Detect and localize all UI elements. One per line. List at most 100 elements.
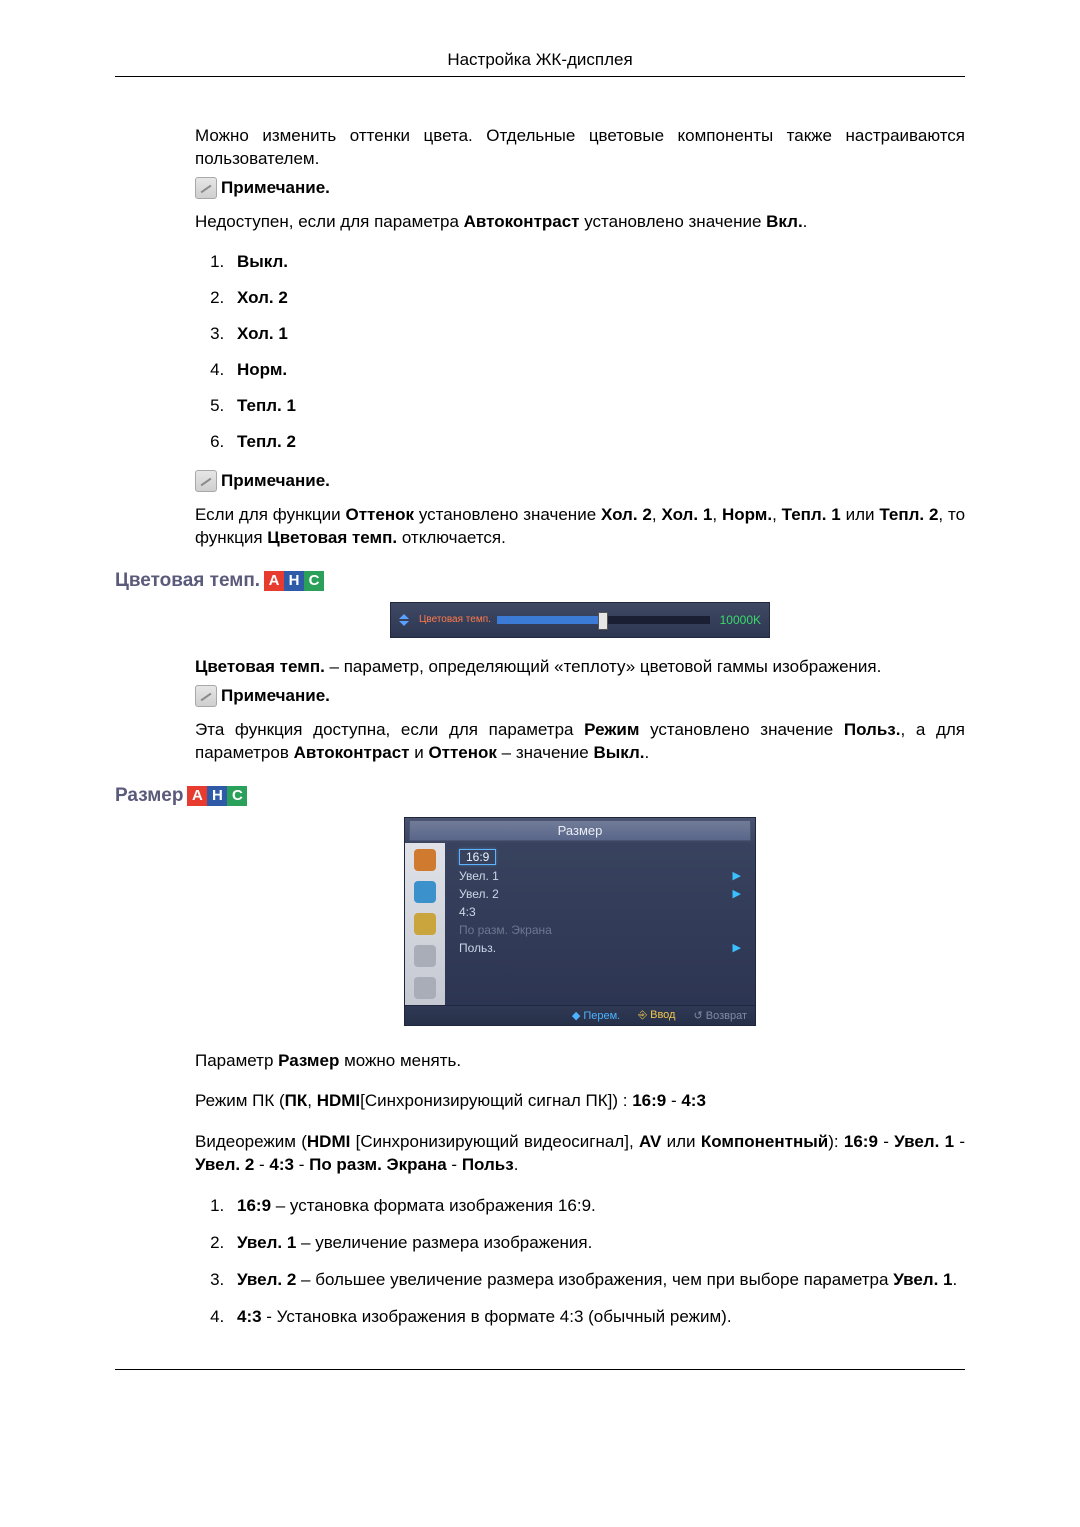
divider	[115, 1369, 965, 1370]
pc-mode-text: Режим ПК (ПК, HDMI[Синхронизирующий сигн…	[195, 1090, 965, 1113]
text: – увеличение размера изображения.	[296, 1233, 592, 1252]
color-temp-avail-text: Эта функция доступна, если для параметра…	[195, 719, 965, 765]
text: По разм. Экрана	[459, 923, 552, 937]
osd-list-item: 4:3	[459, 905, 741, 919]
arrow-up-icon	[399, 614, 409, 619]
note-label: Примечание.	[221, 686, 330, 706]
text: Цветовая темп.	[195, 657, 325, 676]
text: .	[953, 1270, 958, 1289]
badge-h-icon: H	[284, 571, 304, 591]
heading-text: Размер	[115, 785, 183, 807]
list-item: Тепл. 2	[229, 432, 965, 452]
text: ,	[772, 505, 782, 524]
page: Настройка ЖК-дисплея Можно изменить отте…	[0, 0, 1080, 1527]
chevron-right-icon: ▶	[733, 941, 741, 954]
osd-body: 16:9 Увел. 1▶ Увел. 2 ▶ 4:3 По разм. Экра…	[405, 843, 755, 1005]
list-item: Увел. 1 – увеличение размера изображения…	[229, 1232, 965, 1255]
heading-text: Цветовая темп.	[115, 570, 260, 592]
osd-list-item-disabled: По разм. Экрана	[459, 923, 741, 937]
text: -	[878, 1132, 894, 1151]
text: 4:3	[269, 1155, 294, 1174]
text: .	[645, 743, 650, 762]
text: Автоконтраст	[464, 212, 585, 231]
text: Норм.	[237, 360, 287, 379]
arrows	[391, 614, 417, 626]
text: Недоступен, если для параметра	[195, 212, 464, 231]
slider-track	[497, 616, 710, 624]
osd-icon-column	[405, 843, 445, 1005]
text: установлено значение	[419, 505, 601, 524]
menu-icon	[414, 881, 436, 903]
text: - Установка изображения в формате 4:3 (о…	[262, 1307, 732, 1326]
osd-list: 16:9 Увел. 1▶ Увел. 2 ▶ 4:3 По разм. Экра…	[445, 843, 755, 1005]
note-label: Примечание.	[221, 178, 330, 198]
text: Параметр	[195, 1051, 278, 1070]
text: Норм.	[722, 505, 772, 524]
text: Автоконтраст	[294, 743, 410, 762]
text: – параметр, определяющий «теплоту» цвето…	[325, 657, 882, 676]
text: HDMI	[317, 1091, 360, 1110]
text: 16:9	[844, 1132, 878, 1151]
text: ):	[828, 1132, 844, 1151]
slider-fill	[497, 616, 603, 624]
text: и	[409, 743, 428, 762]
text: Хол. 1	[237, 324, 288, 343]
mode-badges: A H C	[187, 786, 247, 806]
text: Увел. 1	[893, 1270, 952, 1289]
list-item: 16:9 – установка формата изображения 16:…	[229, 1195, 965, 1218]
osd-list-item: Увел. 1▶	[459, 869, 741, 883]
text: Увел. 2	[459, 887, 499, 901]
header: Настройка ЖК-дисплея	[115, 46, 965, 77]
text: Тепл. 1	[237, 396, 296, 415]
footer-enter: ⎆ Ввод	[638, 1009, 675, 1022]
note-icon	[195, 685, 217, 707]
text: Польз	[462, 1155, 514, 1174]
text: Оттенок	[345, 505, 418, 524]
text: Хол. 1	[661, 505, 712, 524]
list-item: Хол. 1	[229, 324, 965, 344]
badge-a-icon: A	[187, 786, 207, 806]
list-item: Выкл.	[229, 252, 965, 272]
text: Эта функция доступна, если для параметра	[195, 720, 584, 739]
content: Можно изменить оттенки цвета. Отдельные …	[195, 125, 965, 1329]
note-label: Примечание.	[221, 471, 330, 491]
slider-label: Цветовая темп.	[419, 614, 491, 625]
text: Польз.	[844, 720, 901, 739]
badge-c-icon: C	[304, 571, 324, 591]
tone-note-text: Если для функции Оттенок установлено зна…	[195, 504, 965, 550]
text: Размер	[278, 1051, 339, 1070]
slider-value: 10000K	[720, 613, 761, 627]
text: Ввод	[650, 1009, 675, 1021]
text: -	[254, 1155, 269, 1174]
text: ,	[712, 505, 722, 524]
text: 16:9	[459, 849, 496, 865]
note: Примечание.	[195, 177, 965, 199]
osd-title: Размер	[409, 820, 751, 841]
osd-list-item: Польз.▶	[459, 941, 741, 955]
text: – значение	[497, 743, 594, 762]
osd-size-menu: Размер 16:9 Увел. 1▶ Увел. 2 ▶ 4:3 По раз…	[404, 817, 756, 1026]
note-icon	[195, 470, 217, 492]
tone-option-list: Выкл. Хол. 2 Хол. 1 Норм. Тепл. 1 Тепл. …	[195, 252, 965, 452]
text: Увел. 1	[237, 1233, 296, 1252]
osd-footer: ◆ Перем. ⎆ Ввод ↺ Возврат	[405, 1005, 755, 1025]
text: Выкл.	[237, 252, 288, 271]
text: Видеорежим (	[195, 1132, 307, 1151]
text: По разм. Экрана	[309, 1155, 447, 1174]
text: установлено значение	[584, 212, 766, 231]
unavailable-text: Недоступен, если для параметра Автоконтр…	[195, 211, 965, 234]
text: AV	[639, 1132, 661, 1151]
list-item: 4:3 - Установка изображения в формате 4:…	[229, 1306, 965, 1329]
text: установлено значение	[650, 720, 844, 739]
text: Увел. 2	[195, 1155, 254, 1174]
chevron-right-icon: ▶	[733, 869, 741, 882]
text: отключается.	[397, 528, 506, 547]
text: 4:3	[681, 1091, 706, 1110]
text: 4:3	[459, 905, 476, 919]
text: 16:9	[632, 1091, 666, 1110]
list-item: Хол. 2	[229, 288, 965, 308]
size-desc: Параметр Размер можно менять.	[195, 1050, 965, 1073]
badge-a-icon: A	[264, 571, 284, 591]
text: 16:9	[237, 1196, 271, 1215]
text: -	[954, 1132, 965, 1151]
